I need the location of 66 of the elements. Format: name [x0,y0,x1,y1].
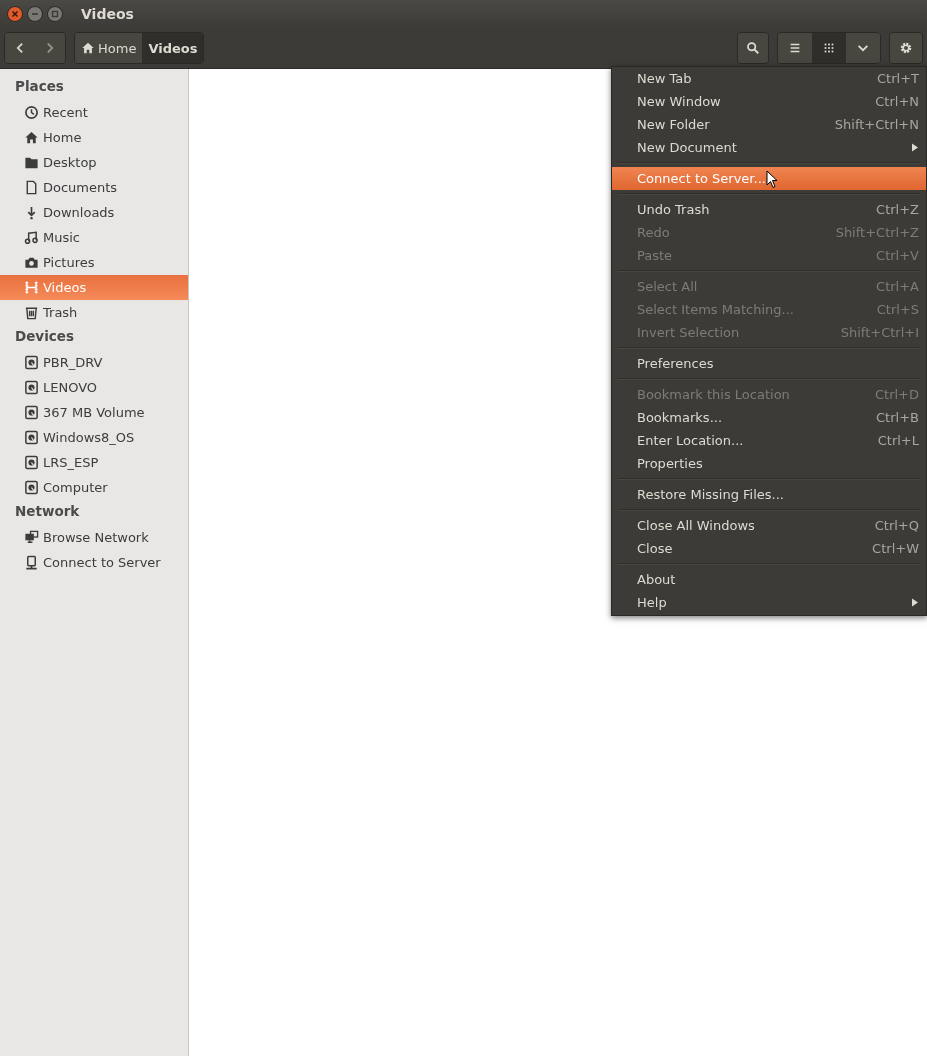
breadcrumb-button[interactable]: Videos [142,33,204,63]
list-view-icon [788,41,802,55]
sidebar-item[interactable]: Computer [0,475,188,500]
sidebar-item[interactable]: Trash [0,300,188,325]
sidebar-item[interactable]: PBR_DRV [0,350,188,375]
sidebar-item[interactable]: Home [0,125,188,150]
sidebar-item[interactable]: 367 MB Volume [0,400,188,425]
grid-view-button[interactable] [812,33,846,63]
menu-item[interactable]: Enter Location... Ctrl+L [612,429,926,452]
drive-icon [24,480,39,495]
document-icon [24,180,39,195]
sidebar-item[interactable]: Desktop [0,150,188,175]
home-icon [24,130,39,145]
sidebar-item[interactable]: Browse Network [0,525,188,550]
gear-icon [899,41,913,55]
menu-item[interactable]: Undo Trash Ctrl+Z [612,198,926,221]
folder-icon [24,155,39,170]
drive-icon [24,355,39,370]
menu-item[interactable]: Help [612,591,926,614]
menu-item[interactable]: New Document [612,136,926,159]
minimize-icon [31,10,39,18]
sidebar-item[interactable]: LENOVO [0,375,188,400]
menu-item[interactable]: About [612,568,926,591]
window-title: Videos [81,6,134,22]
sidebar-item[interactable]: Music [0,225,188,250]
search-button[interactable] [738,33,768,63]
menu-item[interactable]: New Folder Shift+Ctrl+N [612,113,926,136]
sidebar-item[interactable]: Windows8_OS [0,425,188,450]
drive-icon [24,405,39,420]
menu-item[interactable]: Properties [612,452,926,475]
menu-item[interactable]: Restore Missing Files... [612,483,926,506]
mouse-pointer-icon [766,170,778,189]
menu-item[interactable]: New Tab Ctrl+T [612,67,926,90]
sidebar-item[interactable]: Downloads [0,200,188,225]
menu-item[interactable]: Close Ctrl+W [612,537,926,560]
camera-icon [24,255,39,270]
menu-item[interactable]: New Window Ctrl+N [612,90,926,113]
drive-icon [24,380,39,395]
server-icon [24,555,39,570]
maximize-button[interactable] [47,6,63,22]
drive-icon [24,455,39,470]
sidebar-item[interactable]: Documents [0,175,188,200]
close-button[interactable] [7,6,23,22]
section-heading: Network [14,502,81,521]
close-icon [11,10,19,18]
sidebar-item[interactable]: Recent [0,100,188,125]
trash-icon [24,305,39,320]
menu-item[interactable]: Close All Windows Ctrl+Q [612,514,926,537]
search-icon [746,41,760,55]
menu-item[interactable]: Preferences [612,352,926,375]
sidebar-item[interactable]: Pictures [0,250,188,275]
sidebar-item[interactable]: Connect to Server [0,550,188,575]
home-icon [81,41,95,55]
clock-icon [24,105,39,120]
minimize-button[interactable] [27,6,43,22]
grid-view-icon [822,41,836,55]
drive-icon [24,430,39,445]
film-strip-icon [24,280,39,295]
sidebar-item[interactable]: LRS_ESP [0,450,188,475]
maximize-icon [51,10,59,18]
music-note-icon [24,230,39,245]
section-heading: Places [14,77,65,96]
menu-item[interactable]: Bookmarks... Ctrl+B [612,406,926,429]
network-icon [24,530,39,545]
section-heading: Devices [14,327,75,346]
settings-button[interactable] [890,33,922,63]
